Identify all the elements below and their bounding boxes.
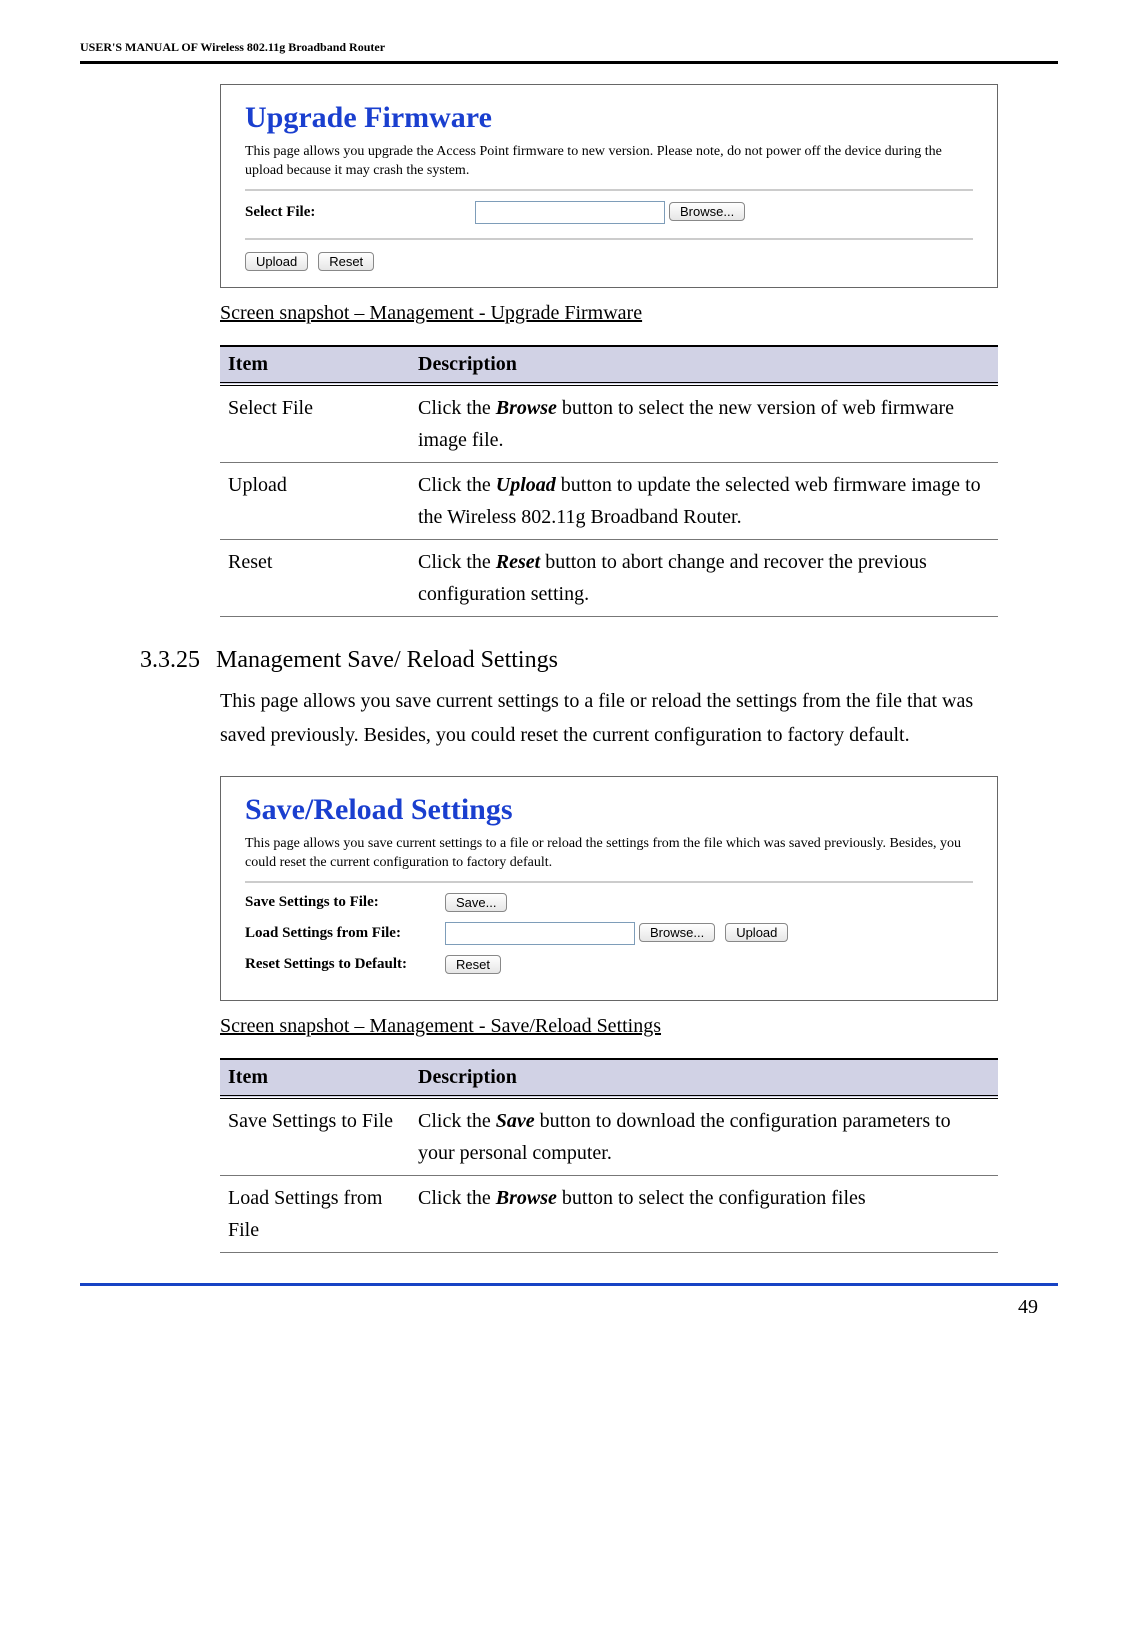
reset-settings-row: Reset Settings to Default: Reset	[245, 955, 973, 974]
panel-description: This page allows you upgrade the Access …	[245, 143, 973, 191]
cell-desc: Click the Browse button to select the ne…	[410, 384, 998, 463]
section-title: Management Save/ Reload Settings	[216, 647, 558, 674]
select-file-label: Select File:	[245, 204, 415, 221]
save-description-table: Item Description Save Settings to File C…	[220, 1058, 998, 1253]
manual-header: USER'S MANUAL OF Wireless 802.11g Broadb…	[80, 40, 1058, 61]
table-row: Reset Click the Reset button to abort ch…	[220, 539, 998, 616]
panel-title: Upgrade Firmware	[245, 101, 973, 135]
browse-button[interactable]: Browse...	[639, 923, 715, 942]
cell-item: Upload	[220, 462, 410, 539]
save-button[interactable]: Save...	[445, 893, 507, 912]
section-number: 3.3.25	[140, 647, 200, 674]
table-row: Upload Click the Upload button to update…	[220, 462, 998, 539]
col-header-desc: Description	[410, 346, 998, 384]
reset-settings-label: Reset Settings to Default:	[245, 956, 445, 973]
table-row: Load Settings from File Click the Browse…	[220, 1175, 998, 1252]
header-rule	[80, 61, 1058, 64]
select-file-row: Select File: Browse...	[245, 201, 973, 224]
panel-description: This page allows you save current settin…	[245, 835, 973, 883]
upload-button[interactable]: Upload	[245, 252, 308, 271]
cell-desc: Click the Reset button to abort change a…	[410, 539, 998, 616]
table-row: Select File Click the Browse button to s…	[220, 384, 998, 463]
upload-button[interactable]: Upload	[725, 923, 788, 942]
cell-desc: Click the Save button to download the co…	[410, 1097, 998, 1176]
panel-title: Save/Reload Settings	[245, 793, 973, 827]
save-reload-panel: Save/Reload Settings This page allows yo…	[220, 776, 998, 1001]
upgrade-firmware-panel: Upgrade Firmware This page allows you up…	[220, 84, 998, 288]
browse-button[interactable]: Browse...	[669, 202, 745, 221]
cell-item: Save Settings to File	[220, 1097, 410, 1176]
col-header-item: Item	[220, 1059, 410, 1097]
reset-button[interactable]: Reset	[445, 955, 501, 974]
col-header-desc: Description	[410, 1059, 998, 1097]
cell-item: Select File	[220, 384, 410, 463]
col-header-item: Item	[220, 346, 410, 384]
upgrade-caption: Screen snapshot – Management - Upgrade F…	[220, 302, 998, 325]
save-caption: Screen snapshot – Management - Save/Relo…	[220, 1015, 998, 1038]
load-settings-label: Load Settings from File:	[245, 925, 445, 942]
load-settings-row: Load Settings from File: Browse... Uploa…	[245, 922, 973, 945]
footer-rule	[80, 1283, 1058, 1286]
cell-item: Reset	[220, 539, 410, 616]
page-number: 49	[80, 1296, 1058, 1319]
section-body: This page allows you save current settin…	[220, 684, 998, 752]
cell-item: Load Settings from File	[220, 1175, 410, 1252]
upgrade-description-table: Item Description Select File Click the B…	[220, 345, 998, 617]
cell-desc: Click the Browse button to select the co…	[410, 1175, 998, 1252]
select-file-input[interactable]	[475, 201, 665, 224]
section-heading: 3.3.25 Management Save/ Reload Settings	[140, 647, 1058, 674]
table-row: Save Settings to File Click the Save but…	[220, 1097, 998, 1176]
load-file-input[interactable]	[445, 922, 635, 945]
cell-desc: Click the Upload button to update the se…	[410, 462, 998, 539]
save-settings-row: Save Settings to File: Save...	[245, 893, 973, 912]
reset-button[interactable]: Reset	[318, 252, 374, 271]
save-settings-label: Save Settings to File:	[245, 894, 445, 911]
button-row: Upload Reset	[245, 238, 973, 271]
